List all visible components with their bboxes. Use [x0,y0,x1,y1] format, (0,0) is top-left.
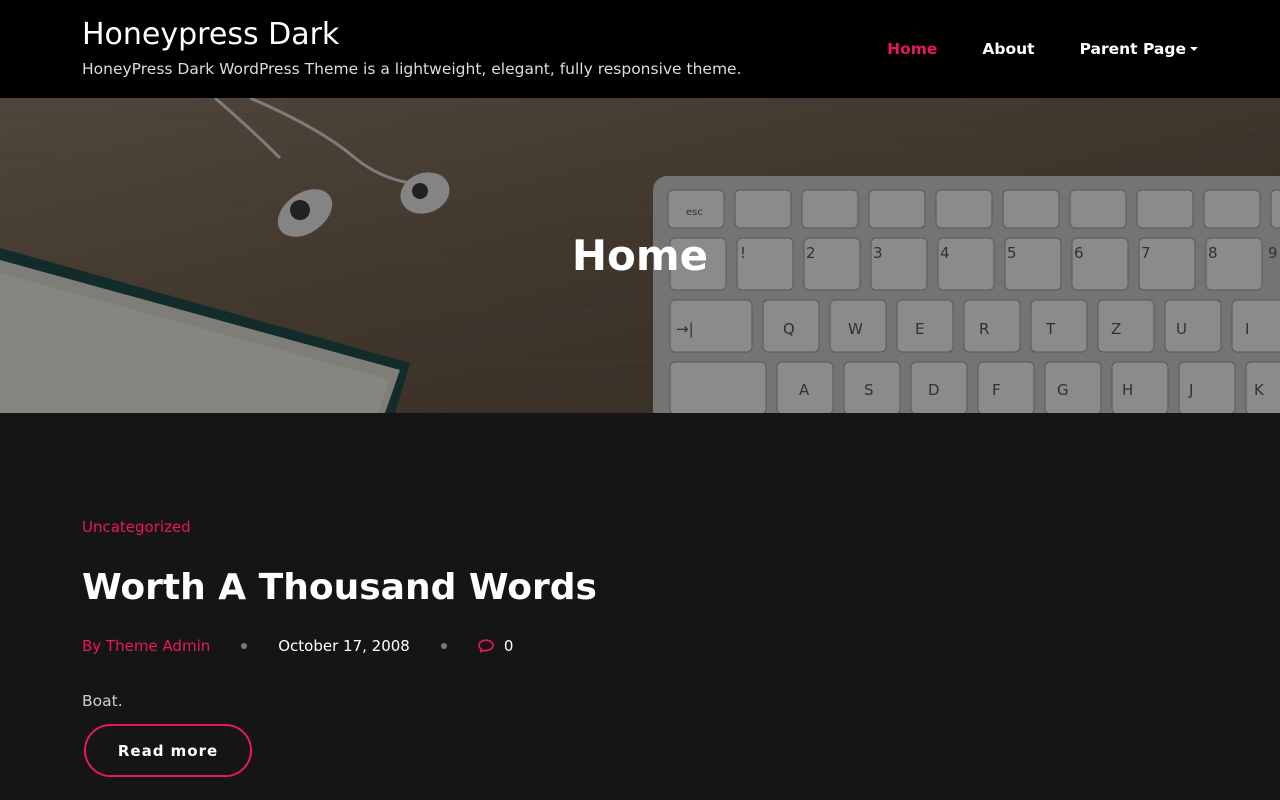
post-comment-count: 0 [503,637,514,655]
post-category-link[interactable]: Uncategorized [82,515,1198,539]
post-title[interactable]: Worth A Thousand Words [82,566,1198,610]
page-title: Home [571,231,709,280]
site-branding: Honeypress Dark HoneyPress Dark WordPres… [82,15,742,81]
comment-icon [478,639,494,653]
site-header: Honeypress Dark HoneyPress Dark WordPres… [0,0,1280,98]
meta-separator-dot [241,643,248,649]
page-hero: esc ! 2 3 4 5 6 7 8 9 →| Q W E R T Z U I… [0,98,1280,413]
site-title-link[interactable]: Honeypress Dark [82,15,742,55]
post-date: October 17, 2008 [278,637,410,655]
blog-post: Uncategorized Worth A Thousand Words By … [82,515,1198,777]
post-comments-link[interactable]: 0 [478,635,514,657]
meta-separator-dot [440,643,447,649]
read-more-button[interactable]: Read more [84,724,252,777]
site-tagline: HoneyPress Dark WordPress Theme is a lig… [82,60,742,78]
post-meta: By Theme Admin October 17, 2008 0 [82,635,1198,657]
nav-item-parent-page-label: Parent Page [1079,40,1186,58]
nav-item-about[interactable]: About [982,37,1034,61]
nav-item-home[interactable]: Home [887,37,937,61]
post-author-link[interactable]: By Theme Admin [82,635,210,657]
caret-down-icon [1190,47,1198,51]
main-navigation: Home About Parent Page [842,37,1198,61]
post-excerpt: Boat. [82,692,123,710]
nav-item-parent-page[interactable]: Parent Page [1080,37,1198,61]
